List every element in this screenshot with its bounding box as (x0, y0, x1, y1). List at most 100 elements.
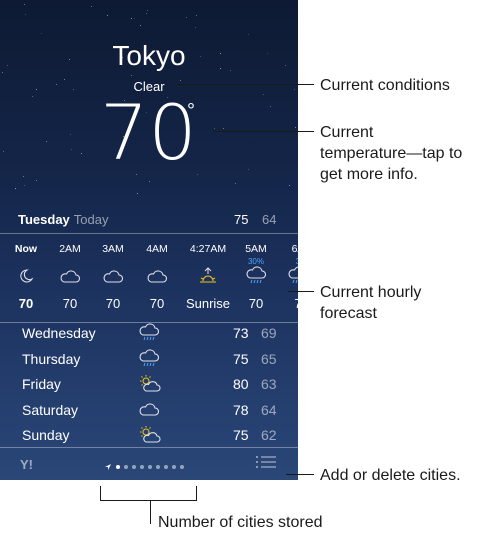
star (24, 4, 26, 6)
current-temperature[interactable]: 70 (100, 95, 197, 171)
callout-line (298, 84, 314, 85)
degree-symbol: ° (187, 100, 195, 122)
hourly-value: 70 (248, 296, 264, 311)
star (263, 94, 265, 96)
city-name: Tokyo (112, 40, 186, 71)
page-dot[interactable] (116, 465, 120, 469)
hourly-time: 4:27AM (189, 243, 227, 255)
rain-icon (238, 265, 274, 287)
page-dot[interactable] (132, 465, 136, 469)
callout-add-delete: Add or delete cities. (320, 467, 461, 484)
forecast-high: 80 (233, 376, 249, 392)
rain-icon (138, 348, 162, 369)
page-dot[interactable] (156, 465, 160, 469)
callout-cities-stored: Number of cities stored (158, 514, 323, 531)
star (134, 18, 136, 20)
star (130, 75, 132, 77)
list-icon[interactable] (255, 454, 277, 470)
star (70, 148, 72, 150)
forecast-day: Sunday (22, 427, 70, 443)
forecast-high: 78 (233, 401, 249, 418)
forecast-high: 75 (233, 350, 249, 367)
hourly-value: Sunrise (185, 296, 231, 311)
forecast-row: Saturday 78 64 (22, 402, 292, 426)
hourly-value: 7 (294, 296, 298, 311)
page-dot[interactable] (140, 465, 144, 469)
callout-line (178, 84, 298, 85)
star (247, 168, 249, 170)
callout-current-temperature: Current temperature—tap to get more info… (320, 123, 462, 185)
weather-screen: Tokyo Clear 70 ° Tuesday Today 75 64 Now 7… (0, 0, 298, 480)
today-high: 75 (234, 212, 249, 227)
star (24, 13, 26, 15)
star (35, 179, 37, 181)
star (270, 105, 271, 107)
callout-line-1: Current (320, 124, 374, 141)
callout-line-2: temperature—tap to (320, 144, 463, 162)
page-dot[interactable] (164, 465, 168, 469)
star (23, 175, 25, 177)
forecast-low: 69 (261, 325, 277, 341)
star (90, 5, 92, 7)
yahoo-logo[interactable]: Y! (20, 457, 33, 472)
forecast-row: Wednesday 73 69 (22, 323, 292, 349)
divider (0, 447, 298, 448)
forecast-low: 63 (261, 376, 277, 392)
partly-sunny-icon (138, 374, 162, 394)
forecast-low: 64 (261, 401, 277, 418)
star (139, 25, 141, 27)
forecast-day: Friday (22, 376, 61, 392)
cloud-icon (52, 265, 88, 287)
forecast-low: 62 (261, 427, 277, 443)
forecast-low: 65 (261, 350, 277, 367)
cloud-icon (95, 265, 131, 287)
page-dot[interactable] (172, 465, 176, 469)
page-dot[interactable] (180, 465, 184, 469)
hourly-time: 6A (291, 243, 298, 255)
star (80, 153, 82, 155)
forecast-row: Thursday 75 65 (22, 348, 292, 375)
forecast-row: Friday 80 63 (22, 374, 292, 400)
hourly-time: 2AM (59, 243, 81, 255)
star (247, 33, 249, 35)
forecast-day: Thursday (22, 350, 81, 367)
star (23, 185, 25, 187)
hourly-value: 70 (149, 296, 165, 311)
callout-line (213, 131, 314, 132)
callout-line (150, 500, 151, 524)
star (185, 17, 187, 19)
star (295, 127, 296, 129)
star (131, 17, 133, 19)
today-label: Today (73, 212, 109, 227)
star (107, 15, 109, 17)
page-dot[interactable] (148, 465, 152, 469)
divider (0, 233, 298, 234)
forecast-day: Wednesday (22, 325, 96, 341)
star (222, 128, 224, 130)
star (2, 151, 4, 153)
star (195, 15, 197, 17)
forecast-high: 75 (233, 427, 249, 443)
sunrise-icon (178, 265, 238, 287)
star (2, 71, 4, 73)
callout-line-2: forecast (320, 304, 377, 322)
today-low: 64 (262, 212, 277, 227)
today-summary: Tuesday Today 75 64 (18, 212, 288, 227)
star (148, 181, 150, 183)
callout-line-3: get more info. (320, 165, 418, 183)
page-indicator[interactable] (104, 458, 184, 476)
partly-sunny-icon (138, 425, 162, 445)
star (40, 32, 42, 34)
hourly-value: 70 (18, 296, 34, 311)
star (145, 12, 147, 14)
hourly-time: 3AM (102, 243, 124, 255)
toolbar: Y! (0, 456, 298, 480)
hourly-forecast[interactable]: Now 70 2AM 70 3AM 70 4AM 70 4:27AM Sunrise 5AM 30% 7… (0, 237, 298, 321)
callout-current-conditions: Current conditions (320, 77, 450, 94)
star (213, 127, 215, 129)
star (136, 193, 138, 195)
forecast-day: Saturday (22, 401, 79, 418)
page-dot[interactable] (124, 465, 128, 469)
callout-line (196, 486, 197, 500)
star (234, 182, 236, 184)
